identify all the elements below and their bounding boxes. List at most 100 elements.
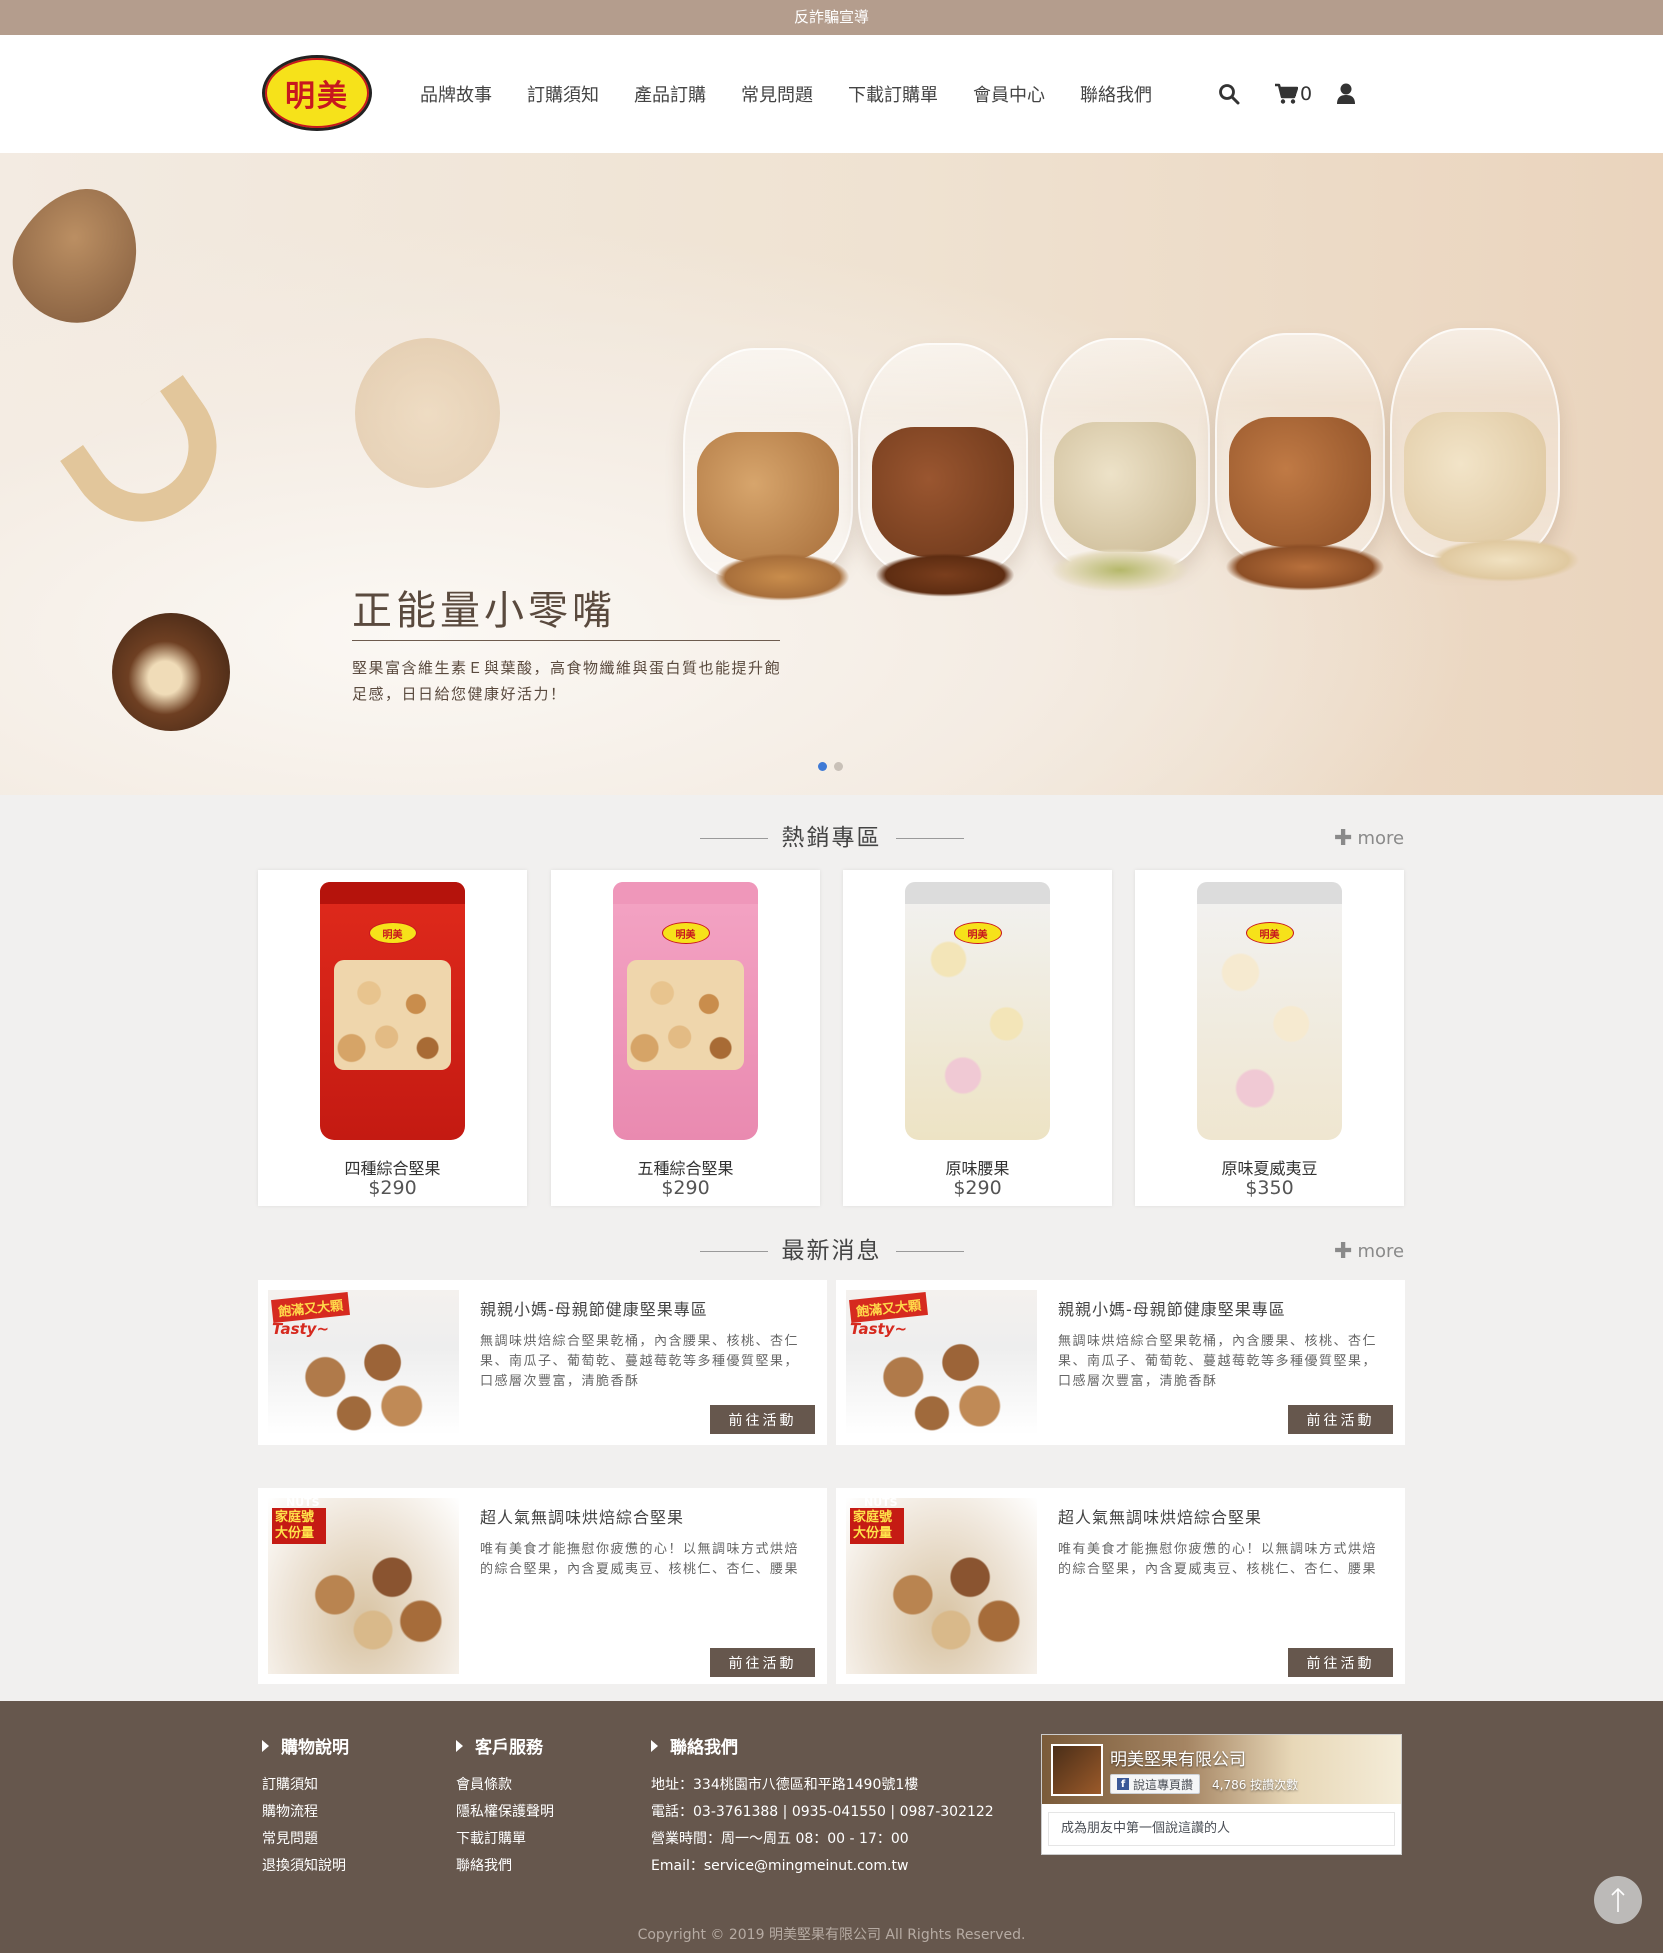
product-logo: 明美	[368, 922, 417, 944]
product-image: 明美	[320, 882, 465, 1140]
footer-link[interactable]: 下載訂購單	[456, 1826, 554, 1853]
news-card[interactable]: NUTS 家庭號大份量 超人氣無調味烘焙綜合堅果 唯有美食才能撫慰你疲憊的心！以…	[258, 1488, 827, 1684]
footer-link[interactable]: 聯絡我們	[456, 1853, 554, 1880]
spilled-pecans	[875, 553, 1015, 597]
news-description: 唯有美食才能撫慰你疲憊的心！以無調味方式烘焙的綜合堅果，內含夏威夷豆、核桃仁、杏…	[480, 1542, 800, 1577]
almond-image	[0, 167, 164, 344]
nav-member-center[interactable]: 會員中心	[973, 81, 1045, 107]
nav-contact[interactable]: 聯絡我們	[1080, 81, 1152, 107]
heading-line-right	[896, 838, 964, 839]
copyright: Copyright © 2019 明美堅果有限公司 All Rights Res…	[637, 1927, 1026, 1943]
slider-dot-2[interactable]	[834, 762, 843, 771]
cashew-image	[60, 374, 246, 552]
news-card[interactable]: 飽滿又大顆 Tasty~ 親親小媽-母親節健康堅果專區 無調味烘焙綜合堅果乾桶，…	[258, 1280, 827, 1445]
anti-fraud-banner[interactable]: 反詐騙宣導	[0, 0, 1663, 35]
footer-address: 地址：334桃園市八德區和平路1490號1樓	[651, 1777, 919, 1793]
site-header: 明美 品牌故事 訂購須知 產品訂購 常見問題 下載訂購單 會員中心 聯絡我們 0	[0, 35, 1663, 153]
nav-download-form[interactable]: 下載訂購單	[848, 81, 938, 107]
news-card[interactable]: NUTS 家庭號大份量 超人氣無調味烘焙綜合堅果 唯有美食才能撫慰你疲憊的心！以…	[836, 1488, 1405, 1684]
hero-description: 堅果富含維生素Ｅ與葉酸，高食物纖維與蛋白質也能提升飽足感，日日給您健康好活力！	[352, 659, 782, 703]
footer-hours: 營業時間：周一～周五 08：00 - 17：00	[651, 1831, 909, 1847]
facebook-page-widget[interactable]: 明美堅果有限公司 f 說這專頁讚 4,786 按讚次數 成為朋友中第一個說這讚的人	[1041, 1734, 1402, 1855]
hot-more-link[interactable]: ✚ more	[1334, 826, 1404, 851]
product-logo: 明美	[953, 922, 1002, 944]
news-section-header: 最新消息 ✚ more	[0, 1231, 1663, 1271]
go-to-event-button[interactable]: 前往活動	[1288, 1648, 1393, 1677]
search-icon[interactable]	[1218, 83, 1240, 105]
footer-heading: 聯絡我們	[651, 1733, 994, 1758]
brand-logo[interactable]: 明美	[262, 55, 372, 131]
slider-dot-1[interactable]	[818, 762, 827, 771]
header-icons: 0	[1218, 35, 1390, 153]
product-logo: 明美	[661, 922, 710, 944]
footer-link[interactable]: 退換須知說明	[262, 1853, 349, 1880]
footer-link[interactable]: 購物流程	[262, 1799, 349, 1826]
footer-heading-label: 客戶服務	[475, 1738, 543, 1758]
facebook-like-label: 說這專頁讚	[1133, 1777, 1194, 1792]
product-card[interactable]: 明美 原味夏威夷豆 $350	[1135, 870, 1404, 1206]
thumb-badge: 家庭號大份量	[850, 1508, 904, 1544]
footer-email[interactable]: Email：service@mingmeinut.com.tw	[651, 1853, 994, 1880]
caret-right-icon	[262, 1739, 269, 1752]
news-thumbnail: 飽滿又大顆 Tasty~	[268, 1290, 459, 1435]
product-name: 四種綜合堅果	[344, 1159, 441, 1178]
thumb-sub: Tasty~	[850, 1320, 908, 1338]
product-name: 五種綜合堅果	[637, 1159, 734, 1178]
walnut-image	[355, 338, 500, 488]
news-card[interactable]: 飽滿又大顆 Tasty~ 親親小媽-母親節健康堅果專區 無調味烘焙綜合堅果乾桶，…	[836, 1280, 1405, 1445]
news-title[interactable]: 超人氣無調味烘焙綜合堅果	[480, 1504, 684, 1528]
footer-link[interactable]: 會員條款	[456, 1772, 554, 1799]
news-thumbnail: NUTS 家庭號大份量	[268, 1498, 459, 1674]
cart-count: 0	[1300, 83, 1313, 105]
hero-banner[interactable]: 正能量小零嘴 堅果富含維生素Ｅ與葉酸，高食物纖維與蛋白質也能提升飽足感，日日給您…	[0, 153, 1663, 795]
nav-faq[interactable]: 常見問題	[741, 81, 813, 107]
facebook-like-count: 4,786 按讚次數	[1212, 1778, 1299, 1792]
facebook-page-name[interactable]: 明美堅果有限公司	[1110, 1745, 1246, 1770]
facebook-like-button[interactable]: f 說這專頁讚	[1110, 1774, 1201, 1794]
footer-phone: 電話：03-3761388 | 0935-041550 | 0987-30212…	[651, 1804, 994, 1820]
product-name: 原味夏威夷豆	[1221, 1159, 1318, 1178]
nav-order-notice[interactable]: 訂購須知	[527, 81, 599, 107]
thumb-badge: 飽滿又大顆	[271, 1292, 351, 1323]
facebook-cover: 明美堅果有限公司 f 說這專頁讚 4,786 按讚次數	[1042, 1735, 1401, 1804]
spilled-cashews	[1430, 538, 1580, 582]
footer-contact: 聯絡我們 地址：334桃園市八德區和平路1490號1樓 電話：03-376138…	[651, 1733, 994, 1880]
heading-line-right	[896, 1251, 964, 1252]
facebook-page-avatar[interactable]	[1051, 1744, 1103, 1796]
arrow-up-icon	[1611, 1887, 1625, 1912]
footer-link[interactable]: 常見問題	[262, 1826, 349, 1853]
site-footer: 購物說明 訂購須知 購物流程 常見問題 退換須知說明 客戶服務 會員條款 隱私權…	[0, 1701, 1663, 1953]
jar-cashews	[1390, 328, 1560, 558]
footer-link[interactable]: 隱私權保護聲明	[456, 1799, 554, 1826]
product-card[interactable]: 明美 原味腰果 $290	[843, 870, 1112, 1206]
user-icon[interactable]	[1336, 83, 1356, 105]
spilled-walnuts	[715, 553, 850, 601]
footer-link[interactable]: 訂購須知	[262, 1772, 349, 1799]
cart-button[interactable]: 0	[1274, 83, 1312, 105]
product-image: 明美	[1197, 882, 1342, 1140]
back-to-top-button[interactable]	[1594, 1876, 1642, 1924]
go-to-event-button[interactable]: 前往活動	[710, 1405, 815, 1434]
go-to-event-button[interactable]: 前往活動	[710, 1648, 815, 1677]
news-more-link[interactable]: ✚ more	[1334, 1239, 1404, 1264]
footer-heading: 購物說明	[262, 1733, 349, 1758]
nav-product-order[interactable]: 產品訂購	[634, 81, 706, 107]
go-to-event-button[interactable]: 前往活動	[1288, 1405, 1393, 1434]
product-logo: 明美	[1245, 922, 1294, 944]
product-price: $290	[953, 1177, 1002, 1199]
product-price: $290	[661, 1177, 710, 1199]
nav-brand-story[interactable]: 品牌故事	[420, 81, 492, 107]
product-card[interactable]: 明美 四種綜合堅果 $290	[258, 870, 527, 1206]
slider-dots	[818, 762, 850, 771]
thumb-badge: 飽滿又大顆	[849, 1292, 929, 1323]
spilled-pistachios	[1050, 548, 1190, 592]
news-title[interactable]: 親親小媽-母親節健康堅果專區	[1058, 1296, 1286, 1320]
news-title[interactable]: 超人氣無調味烘焙綜合堅果	[1058, 1504, 1262, 1528]
main-nav: 品牌故事 訂購須知 產品訂購 常見問題 下載訂購單 會員中心 聯絡我們	[420, 35, 1187, 153]
footer-heading-label: 聯絡我們	[670, 1738, 738, 1758]
thumb-badge: 家庭號大份量	[272, 1508, 326, 1544]
product-card[interactable]: 明美 五種綜合堅果 $290	[551, 870, 820, 1206]
spilled-almonds	[1225, 543, 1385, 591]
hero-title: 正能量小零嘴	[352, 588, 616, 634]
news-title[interactable]: 親親小媽-母親節健康堅果專區	[480, 1296, 708, 1320]
